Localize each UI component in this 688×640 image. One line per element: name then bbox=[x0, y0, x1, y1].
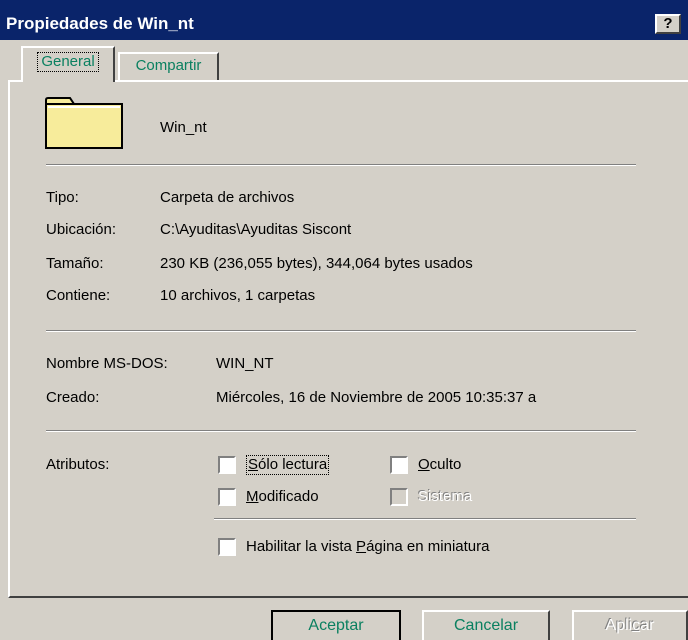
msdos-value: WIN_NT bbox=[216, 355, 274, 372]
atributos-label: Atributos: bbox=[46, 456, 110, 473]
tamano-value: 230 KB (236,055 bytes), 344,064 bytes us… bbox=[160, 255, 473, 272]
creado-label: Creado: bbox=[46, 389, 100, 406]
creado-value: Miércoles, 16 de Noviembre de 2005 10:35… bbox=[216, 389, 537, 406]
sistema-label: Sistema bbox=[418, 488, 473, 505]
contiene-label: Contiene: bbox=[46, 287, 111, 304]
tipo-value: Carpeta de archivos bbox=[160, 189, 295, 206]
cancelar-button[interactable]: Cancelar bbox=[422, 610, 550, 640]
msdos-label: Nombre MS-DOS: bbox=[46, 355, 168, 372]
miniatura-checkbox[interactable] bbox=[218, 538, 236, 556]
ubicacion-label: Ubicación: bbox=[46, 221, 117, 238]
tab-compartir[interactable]: Compartir bbox=[118, 52, 219, 80]
aplicar-button: Aplicar bbox=[572, 610, 688, 640]
solo-lectura-checkbox[interactable] bbox=[218, 456, 236, 474]
solo-lectura-label[interactable]: Sólo lectura bbox=[246, 455, 330, 475]
window-title: Propiedades de Win_nt bbox=[6, 14, 194, 33]
sistema-checkbox bbox=[390, 488, 408, 506]
ubicacion-value: C:\Ayuditas\Ayuditas Siscont bbox=[160, 221, 352, 238]
help-button[interactable]: ? bbox=[655, 14, 681, 34]
miniatura-label[interactable]: Habilitar la vista Página en miniatura bbox=[246, 537, 489, 557]
tamano-label: Tamaño: bbox=[46, 255, 104, 272]
oculto-checkbox[interactable] bbox=[390, 456, 408, 474]
modificado-checkbox[interactable] bbox=[218, 488, 236, 506]
title-bar: Propiedades de Win_nt ? bbox=[0, 0, 688, 40]
separator bbox=[214, 518, 636, 520]
tipo-label: Tipo: bbox=[46, 189, 79, 206]
oculto-label[interactable]: Oculto bbox=[418, 455, 461, 475]
separator bbox=[46, 164, 636, 166]
contiene-value: 10 archivos, 1 carpetas bbox=[160, 287, 316, 304]
tab-general[interactable]: General bbox=[21, 46, 115, 82]
separator bbox=[46, 430, 636, 432]
separator bbox=[46, 330, 636, 332]
folder-name: Win_nt bbox=[160, 119, 207, 136]
tab-general-label: General bbox=[37, 52, 99, 72]
folder-icon bbox=[45, 97, 123, 149]
aceptar-button[interactable]: Aceptar bbox=[271, 610, 401, 640]
properties-panel bbox=[8, 80, 688, 598]
modificado-label[interactable]: Modificado bbox=[246, 487, 319, 507]
